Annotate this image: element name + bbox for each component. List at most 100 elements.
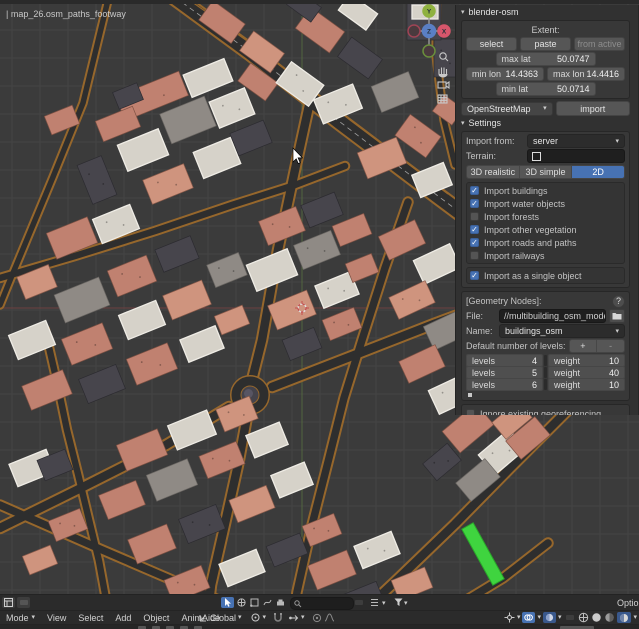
timeline-header-clipped: [0, 625, 639, 629]
extent-label: Extent:: [466, 24, 625, 35]
curve-toggle-icon[interactable]: [261, 597, 274, 608]
window-top-edge: [0, 0, 639, 4]
min-lat-field[interactable]: min lat 50.0714: [496, 82, 596, 96]
proportional-edit-icon[interactable]: [312, 613, 322, 623]
checkbox-checked-icon[interactable]: ✓: [470, 271, 479, 280]
collection-list-icon[interactable]: [368, 597, 381, 608]
shading-material-icon[interactable]: [604, 612, 615, 623]
from-active-button[interactable]: from active: [574, 37, 625, 51]
checkbox-checked-icon[interactable]: ✓: [470, 186, 479, 195]
snap-magnet-icon[interactable]: [273, 612, 283, 623]
options-button[interactable]: Options: [617, 598, 639, 608]
gizmo-axis-neg[interactable]: [408, 25, 420, 37]
chevron-down-icon: ▾: [461, 120, 465, 127]
menu-select[interactable]: Select: [72, 611, 109, 624]
paste-button[interactable]: paste: [520, 37, 571, 51]
menu-mode[interactable]: Mode▾: [0, 611, 41, 624]
list-scrollbar[interactable]: [544, 355, 547, 366]
window-icon: [20, 600, 28, 605]
min-lon-field[interactable]: min lon 14.4363: [466, 67, 544, 81]
list-resize-grip[interactable]: [468, 393, 472, 397]
checkbox-checked-icon[interactable]: ✓: [470, 238, 479, 247]
editor-header-bars: ▾ ▾ Options Mode▾ViewSelectAddObjectAnim…: [0, 594, 639, 629]
mode-3d-realistic-button[interactable]: 3D realistic: [467, 166, 520, 178]
add-level-button[interactable]: +: [570, 340, 598, 352]
pivot-point-icon[interactable]: [250, 612, 261, 623]
select-button[interactable]: select: [466, 37, 517, 51]
single-object-row[interactable]: ✓ Import as a single object: [470, 270, 621, 281]
shading-rendered-icon[interactable]: [617, 612, 631, 623]
levels-field[interactable]: levels6: [466, 378, 543, 391]
chevron-down-icon[interactable]: ▾: [382, 600, 386, 607]
search-icon: [294, 600, 302, 608]
checkbox-unchecked-icon[interactable]: [470, 251, 479, 260]
gizmo-axis-neg[interactable]: [423, 45, 435, 57]
editor-type-icon[interactable]: [2, 597, 15, 608]
list-scrollbar[interactable]: [544, 367, 547, 378]
mode-segmented-control: 3D realistic 3D simple 2D: [466, 165, 625, 179]
chevron-down-icon: ▾: [301, 614, 305, 621]
roof-vent: [449, 63, 451, 65]
terrain-field[interactable]: [527, 149, 625, 163]
chevron-down-icon[interactable]: ▾: [404, 600, 408, 607]
mode-3d-simple-button[interactable]: 3D simple: [520, 166, 573, 178]
show-overlays-icon[interactable]: [522, 612, 535, 623]
import-option-row[interactable]: Import railways: [470, 250, 621, 261]
remove-level-button[interactable]: -: [597, 340, 624, 352]
sidebar-addon-panel: ▾ blender-osm Extent: select paste from …: [455, 5, 639, 415]
import-option-row[interactable]: ✓Import roads and paths: [470, 237, 621, 248]
falloff-curve-icon[interactable]: [324, 613, 335, 622]
geometry-nodes-title: [Geometry Nodes]:: [466, 296, 609, 306]
settings-title: Settings: [469, 118, 502, 128]
max-lat-field[interactable]: max lat 50.0747: [496, 52, 596, 66]
gizmo-axis-label: Z: [427, 28, 431, 35]
editor-toggle-icon[interactable]: [17, 597, 30, 608]
shading-wireframe-icon[interactable]: [578, 612, 589, 623]
search-input[interactable]: [290, 597, 354, 610]
weight-field[interactable]: weight10: [548, 378, 625, 391]
import-option-row[interactable]: Import forests: [470, 211, 621, 222]
name-label: Name:: [466, 326, 496, 336]
mode-2d-button[interactable]: 2D: [572, 166, 624, 178]
chevron-down-icon: ▾: [615, 138, 619, 145]
camera-toggle-icon[interactable]: [274, 597, 287, 608]
import-button[interactable]: import: [556, 101, 630, 116]
snap-with-icon[interactable]: [288, 613, 299, 623]
chevron-down-icon: ▾: [615, 328, 619, 335]
filter-exclude-icon[interactable]: [352, 597, 365, 608]
name-dropdown[interactable]: buildings_osm ▾: [499, 324, 625, 338]
file-path-field[interactable]: //multibuilding_osm_models.blend: [499, 309, 606, 323]
panel-header-blender-osm[interactable]: ▾ blender-osm: [461, 7, 630, 17]
shading-sphere-icon[interactable]: [543, 612, 556, 623]
levels-weight-row: levels5weight40: [466, 367, 625, 378]
import-from-dropdown[interactable]: server ▾: [527, 134, 625, 148]
georeferencing-row[interactable]: Ignore existing georeferencing: [466, 408, 625, 415]
import-from-label: Import from:: [466, 136, 524, 146]
select-mode-toggle-icon[interactable]: [221, 597, 234, 608]
xray-toggle-icon[interactable]: [563, 612, 576, 623]
menu-object[interactable]: Object: [137, 611, 175, 624]
shading-solid-icon[interactable]: [591, 612, 602, 623]
checkbox-checked-icon[interactable]: ✓: [470, 225, 479, 234]
max-lon-field[interactable]: max lon 14.4416: [547, 67, 625, 81]
show-gizmo-icon[interactable]: [504, 612, 515, 623]
checkbox-unchecked-icon[interactable]: [470, 212, 479, 221]
panel-header-settings[interactable]: ▾ Settings: [461, 118, 630, 128]
format-dropdown[interactable]: OpenStreetMap ▾: [461, 102, 553, 116]
menu-view[interactable]: View: [41, 611, 72, 624]
import-option-row[interactable]: ✓Import buildings: [470, 185, 621, 196]
menu-add[interactable]: Add: [109, 611, 137, 624]
file-browse-button[interactable]: [609, 309, 625, 323]
folder-icon: [612, 312, 622, 320]
import-option-row[interactable]: ✓Import other vegetation: [470, 224, 621, 235]
funnel-icon: [394, 598, 403, 607]
help-icon[interactable]: ?: [612, 295, 625, 308]
checkbox-checked-icon[interactable]: ✓: [470, 199, 479, 208]
object-visibility-toggle-icon[interactable]: [235, 597, 248, 608]
gizmo-axis-label: X: [442, 28, 447, 35]
import-option-row[interactable]: ✓Import water objects: [470, 198, 621, 209]
mesh-toggle-icon[interactable]: [248, 597, 261, 608]
checkbox-unchecked-icon[interactable]: [466, 409, 475, 415]
transform-orientation-dropdown[interactable]: Global: [210, 613, 236, 623]
list-scrollbar[interactable]: [544, 379, 547, 390]
